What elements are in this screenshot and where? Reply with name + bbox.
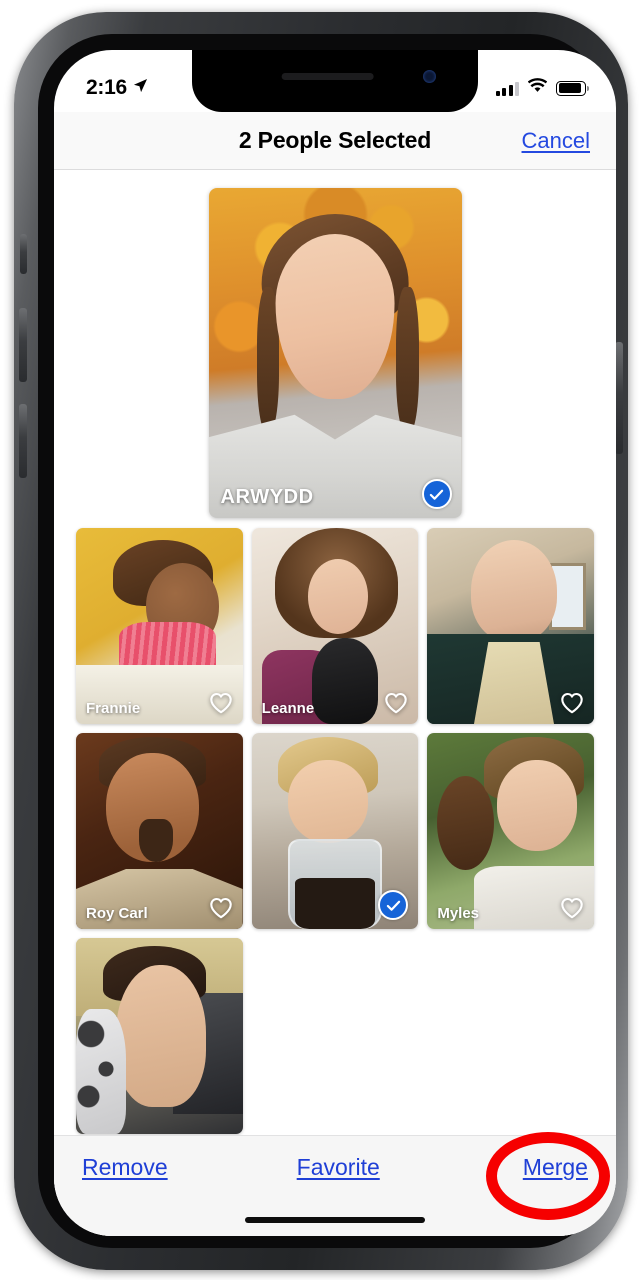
volume-up-button[interactable] — [19, 308, 27, 382]
person-name-label: Roy Carl — [86, 905, 148, 922]
person-card[interactable] — [76, 938, 243, 1134]
person-photo-arwydd — [208, 188, 462, 518]
person-card-featured[interactable]: ARWYDD — [208, 188, 462, 518]
volume-down-button[interactable] — [19, 404, 27, 478]
home-indicator[interactable] — [245, 1217, 425, 1223]
wifi-icon — [527, 78, 548, 98]
person-card[interactable]: Leanne — [251, 528, 419, 724]
person-card[interactable]: Roy Carl — [76, 733, 243, 929]
person-name-label: Frannie — [86, 700, 141, 717]
merge-button[interactable]: Merge — [523, 1154, 588, 1181]
person-card-selected[interactable] — [251, 733, 419, 929]
battery-icon — [556, 80, 590, 96]
heart-outline-icon[interactable] — [559, 690, 585, 716]
person-name-label: Leanne — [261, 700, 315, 717]
status-bar-right — [495, 78, 590, 98]
cellular-signal-icon — [495, 81, 519, 96]
iphone-device-frame: 2:16 2 People Selected Cancel ARWYDD Fra… — [14, 12, 628, 1270]
earpiece-speaker — [281, 73, 374, 80]
mute-switch-button[interactable] — [20, 234, 27, 274]
person-name-label: Myles — [437, 905, 480, 922]
status-bar-left: 2:16 — [86, 76, 148, 100]
heart-outline-icon[interactable] — [559, 895, 585, 921]
remove-button[interactable]: Remove — [82, 1154, 168, 1181]
heart-outline-icon[interactable] — [208, 690, 234, 716]
front-camera-icon — [423, 70, 436, 83]
cancel-button[interactable]: Cancel — [522, 128, 590, 154]
person-card[interactable] — [427, 528, 594, 724]
power-side-button[interactable] — [615, 342, 623, 454]
featured-photo-section: ARWYDD — [54, 170, 616, 518]
person-card[interactable]: Frannie — [76, 528, 243, 724]
people-photo-grid: Frannie Leanne Roy Carl Myles — [54, 528, 616, 1134]
people-content-area: ARWYDD Frannie Leanne Roy Carl Myles — [54, 170, 616, 1236]
person-name-label: ARWYDD — [220, 486, 314, 508]
phone-screen: 2:16 2 People Selected Cancel ARWYDD Fra… — [54, 50, 616, 1236]
favorite-button[interactable]: Favorite — [297, 1154, 380, 1181]
person-photo-unnamed-3 — [76, 938, 243, 1134]
status-time: 2:16 — [86, 76, 127, 99]
location-arrow-icon — [133, 78, 148, 98]
heart-outline-icon[interactable] — [383, 690, 409, 716]
heart-outline-icon[interactable] — [208, 895, 234, 921]
display-notch — [192, 50, 478, 112]
page-title: 2 People Selected — [238, 127, 432, 153]
person-card[interactable]: Myles — [427, 733, 594, 929]
navigation-bar: 2 People Selected Cancel — [54, 112, 616, 170]
checkmark-circle-icon[interactable] — [421, 479, 452, 509]
